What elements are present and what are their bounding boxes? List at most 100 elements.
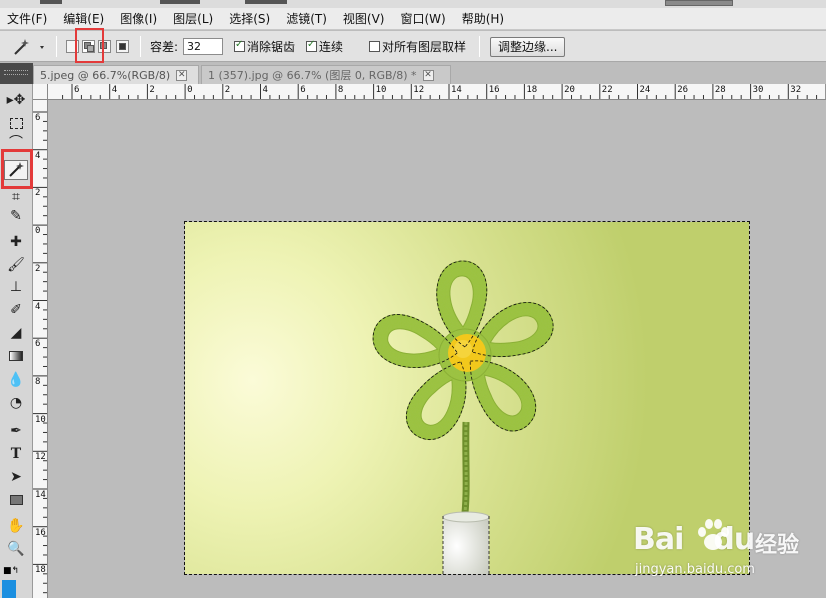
menu-filter[interactable]: 滤镜(T) (279, 10, 336, 27)
ruler-label: 4 (111, 85, 118, 95)
move-tool-icon[interactable]: ▸✥ (4, 90, 28, 110)
ruler-label: 16 (35, 527, 46, 538)
watermark-url: jingyan.baidu.com (635, 562, 755, 577)
crop-tool-icon[interactable]: ⌗ (4, 187, 28, 207)
menu-bar: 文件(F) 编辑(E) 图像(I) 图层(L) 选择(S) 滤镜(T) 视图(V… (0, 8, 826, 30)
menu-help[interactable]: 帮助(H) (455, 10, 513, 27)
ruler-label: 0 (35, 226, 41, 237)
window-control[interactable] (665, 0, 733, 6)
ruler-label: 4 (35, 150, 41, 161)
default-colors-icon[interactable]: ■↰ (3, 566, 19, 576)
ruler-label: 2 (149, 85, 155, 95)
ruler-label: 30 (752, 85, 764, 95)
hand-tool-icon[interactable]: ✋ (4, 516, 28, 536)
sample-all-label: 对所有图层取样 (382, 40, 467, 54)
path-selection-tool-icon[interactable]: ➤ (4, 467, 28, 487)
menu-layer[interactable]: 图层(L) (166, 10, 222, 27)
horizontal-ruler-ticks (62, 84, 826, 99)
menu-window[interactable]: 窗口(W) (393, 10, 454, 27)
marquee-tool-icon[interactable] (4, 113, 28, 133)
separator (56, 36, 57, 57)
ruler-label: 4 (35, 301, 41, 312)
intersect-selection-button[interactable] (116, 40, 129, 53)
ruler-label: 14 (35, 490, 46, 500)
ruler-label: 26 (677, 85, 689, 95)
antialias-label: 消除锯齿 (247, 40, 296, 54)
ruler-label: 10 (35, 414, 46, 425)
ruler-label: 6 (35, 339, 41, 350)
highlight-annotation (1, 149, 33, 189)
ruler-label: 2 (224, 85, 231, 95)
options-bar: 容差: 32 消除锯齿 连续 对所有图层取样 调整边缘... (0, 31, 826, 62)
brush-tool-icon[interactable]: 🖌 (4, 255, 28, 275)
toolbox-grip[interactable] (0, 63, 33, 84)
dodge-tool-icon[interactable]: ◔ (4, 393, 28, 413)
ruler-label: 10 (375, 85, 387, 95)
title-strip-mark (160, 0, 200, 4)
contiguous-group[interactable]: 连续 (306, 31, 343, 62)
ruler-label: 4 (262, 85, 268, 95)
tolerance-input[interactable]: 32 (183, 38, 224, 55)
eyedropper-tool-icon[interactable]: ✎ (4, 206, 28, 226)
paw-icon (698, 519, 729, 550)
vertical-ruler: 6 4 2 0 2 4 6 8 10 12 14 16 18 (33, 100, 48, 598)
blur-tool-icon[interactable]: 💧 (4, 370, 28, 390)
ruler-label: 16 (488, 85, 500, 95)
ruler-label: 8 (35, 376, 41, 387)
zoom-tool-icon[interactable]: 🔍 (4, 539, 28, 559)
watermark-cn: 经验 (755, 533, 800, 558)
antialias-checkbox[interactable] (234, 39, 245, 52)
history-brush-tool-icon[interactable]: ✐ (4, 300, 28, 320)
tolerance-label: 容差: (150, 40, 179, 54)
ruler-corner (33, 84, 48, 100)
tab-label: 5.jpeg @ 66.7%(RGB/8) (40, 68, 171, 82)
horizontal-ruler: 6 4 2 0 2 4 6 8 10 12 14 16 18 20 22 24 26 28 30 32 (48, 84, 826, 100)
ruler-label: 12 (35, 452, 46, 463)
contiguous-checkbox[interactable] (306, 39, 317, 52)
close-icon[interactable]: ✕ (422, 69, 434, 81)
ruler-label: 6 (35, 113, 41, 123)
watermark-brand: Bai du (633, 522, 755, 557)
tab-document-2[interactable]: 1 (357).jpg @ 66.7% (图层 0, RGB/8) * ✕ (201, 65, 451, 84)
shape-tool-icon[interactable] (4, 490, 28, 510)
tolerance-group: 容差: 32 (150, 31, 224, 62)
menu-edit[interactable]: 编辑(E) (56, 10, 113, 27)
baidu-jingyan-watermark: Bai du 经验 jingyan.baidu.com (633, 518, 823, 580)
ruler-label: 18 (526, 85, 538, 95)
ruler-label: 20 (564, 85, 575, 95)
sample-all-group[interactable]: 对所有图层取样 (369, 31, 466, 62)
magic-wand-icon (14, 39, 44, 55)
ruler-label: 22 (601, 85, 613, 95)
clone-stamp-tool-icon[interactable]: ⊥ (4, 277, 28, 297)
ruler-label: 12 (413, 85, 425, 95)
menu-image[interactable]: 图像(I) (113, 10, 166, 27)
refine-edge-group: 调整边缘... (490, 31, 566, 62)
close-icon[interactable]: ✕ (176, 69, 188, 81)
document-tab-bar: 5.jpeg @ 66.7%(RGB/8) ✕ 1 (357).jpg @ 66… (0, 63, 826, 84)
ruler-label: 32 (790, 85, 802, 95)
ruler-label: 8 (337, 85, 344, 95)
tab-label: 1 (357).jpg @ 66.7% (图层 0, RGB/8) * (208, 69, 417, 82)
menu-view[interactable]: 视图(V) (336, 10, 394, 27)
menu-file[interactable]: 文件(F) (0, 10, 56, 27)
tool-preset-picker[interactable] (10, 37, 46, 57)
tab-document-1[interactable]: 5.jpeg @ 66.7%(RGB/8) ✕ (33, 65, 199, 84)
ruler-label: 6 (300, 85, 306, 95)
ruler-label: 24 (639, 85, 651, 95)
antialias-group[interactable]: 消除锯齿 (234, 31, 295, 62)
refine-edge-button[interactable]: 调整边缘... (490, 36, 566, 57)
title-strip (0, 0, 826, 8)
foreground-color-swatch[interactable] (2, 580, 16, 598)
separator (479, 36, 480, 57)
healing-brush-tool-icon[interactable]: ✚ (4, 232, 28, 252)
sample-all-checkbox[interactable] (369, 41, 380, 52)
ruler-label: 28 (714, 85, 726, 95)
menu-select[interactable]: 选择(S) (222, 10, 279, 27)
pen-tool-icon[interactable]: ✒ (4, 421, 28, 441)
highlight-annotation (75, 28, 104, 63)
contiguous-label: 连续 (319, 40, 344, 54)
title-strip-mark (245, 0, 287, 4)
eraser-tool-icon[interactable]: ◢ (4, 323, 28, 343)
gradient-tool-icon[interactable] (4, 346, 28, 366)
type-tool-icon[interactable]: T (4, 444, 28, 464)
